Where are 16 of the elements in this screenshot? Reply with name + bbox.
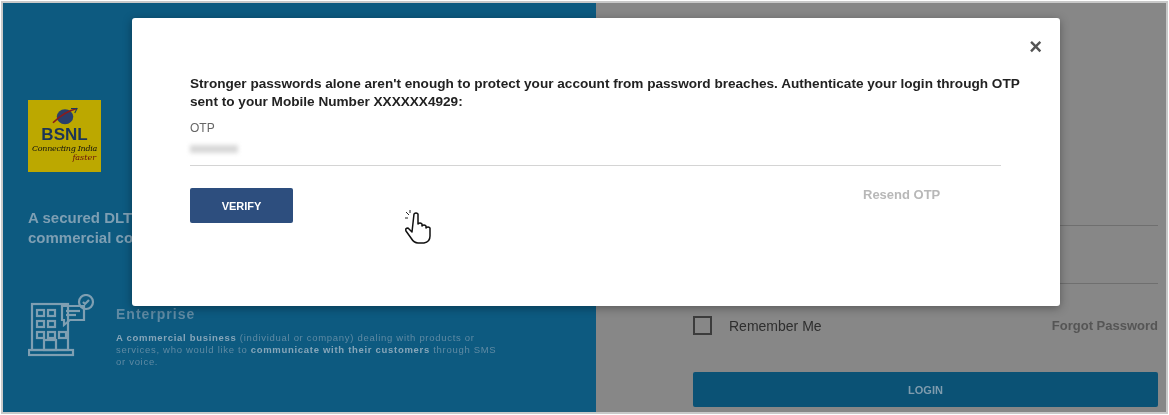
otp-label: OTP [190,121,216,135]
building-chat-icon [28,294,96,358]
enterprise-title: Enterprise [116,306,197,322]
verify-button[interactable]: VERIFY [190,188,293,223]
otp-field[interactable]: OTP [190,121,1001,166]
logo-tagline: faster [72,153,96,162]
logo-tagline: Connecting India [32,144,97,153]
headline-text: A secured DLT [28,208,133,228]
enterprise-description: A commercial business (individual or company) dealing with products or services, who would like to communicate with their customers through SMS or voice. [116,332,498,368]
remember-label: Remember Me [729,317,822,334]
close-button[interactable]: × [1025,36,1046,58]
headline-text: commercial co [28,228,134,248]
remember-checkbox[interactable] [693,316,712,335]
otp-message: Stronger passwords alone aren't enough to protect your account from password breaches. Authenticate your login through OTP sent to your Mobile Number XXXXXX4929: [190,75,1020,111]
hand-cursor-icon [405,210,433,244]
logo-text: BSNL [41,126,88,144]
